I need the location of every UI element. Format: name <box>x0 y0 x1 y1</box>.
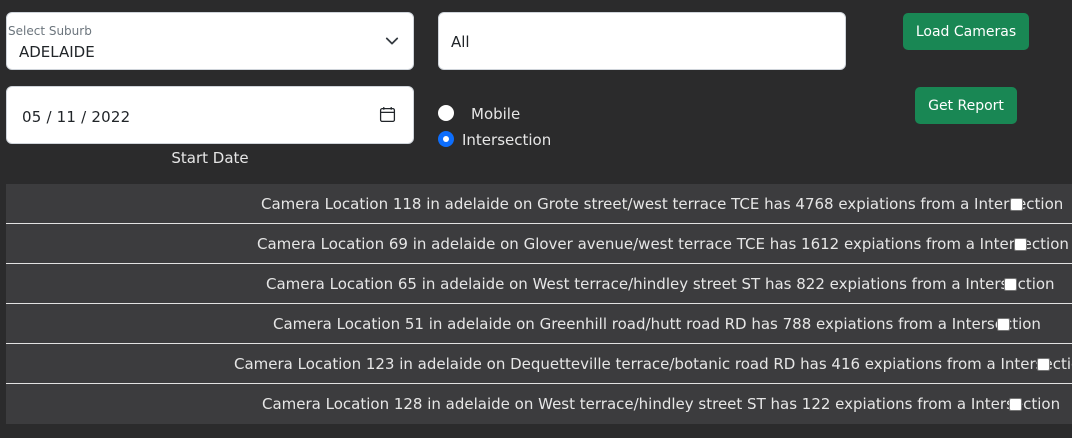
camera-result-text: Camera Location 118 in adelaide on Grote… <box>261 195 1064 213</box>
start-date-caption: Start Date <box>171 149 249 167</box>
camera-result-checkbox[interactable] <box>1004 278 1017 291</box>
suburb-select-label: Select Suburb <box>8 24 92 38</box>
intersection-radio[interactable] <box>438 131 454 147</box>
list-item: Camera Location 123 in adelaide on Deque… <box>6 344 1072 384</box>
filter-input[interactable]: All <box>438 12 846 70</box>
intersection-radio-label: Intersection <box>462 131 552 149</box>
camera-result-text: Camera Location 123 in adelaide on Deque… <box>234 355 1072 373</box>
list-item: Camera Location 69 in adelaide on Glover… <box>6 224 1072 264</box>
camera-result-checkbox[interactable] <box>997 318 1010 331</box>
camera-result-checkbox[interactable] <box>1037 358 1050 371</box>
start-date-value: 05 / 11 / 2022 <box>22 108 131 126</box>
camera-result-checkbox[interactable] <box>1014 238 1027 251</box>
radio-selected-dot <box>443 136 449 142</box>
suburb-select-value: ADELAIDE <box>19 43 95 61</box>
list-item: Camera Location 51 in adelaide on Greenh… <box>6 304 1072 344</box>
list-item: Camera Location 128 in adelaide on West … <box>6 384 1072 424</box>
calendar-icon[interactable] <box>379 106 396 123</box>
get-report-button[interactable]: Get Report <box>915 87 1017 124</box>
camera-results-list: Camera Location 118 in adelaide on Grote… <box>6 184 1072 424</box>
mobile-radio-label: Mobile <box>471 105 521 123</box>
filter-input-value: All <box>451 33 470 51</box>
mobile-radio[interactable] <box>438 105 454 121</box>
load-cameras-button[interactable]: Load Cameras <box>903 13 1029 50</box>
camera-result-text: Camera Location 65 in adelaide on West t… <box>266 275 1055 293</box>
list-item: Camera Location 65 in adelaide on West t… <box>6 264 1072 304</box>
camera-result-text: Camera Location 51 in adelaide on Greenh… <box>273 315 1041 333</box>
suburb-select[interactable]: Select Suburb ADELAIDE <box>6 12 414 70</box>
list-item: Camera Location 118 in adelaide on Grote… <box>6 184 1072 224</box>
chevron-down-icon <box>385 37 399 45</box>
camera-result-text: Camera Location 69 in adelaide on Glover… <box>257 235 1069 253</box>
start-date-input[interactable]: 05 / 11 / 2022 <box>6 86 414 144</box>
camera-result-checkbox[interactable] <box>1010 198 1023 211</box>
camera-result-checkbox[interactable] <box>1009 398 1022 411</box>
camera-result-text: Camera Location 128 in adelaide on West … <box>262 395 1061 413</box>
